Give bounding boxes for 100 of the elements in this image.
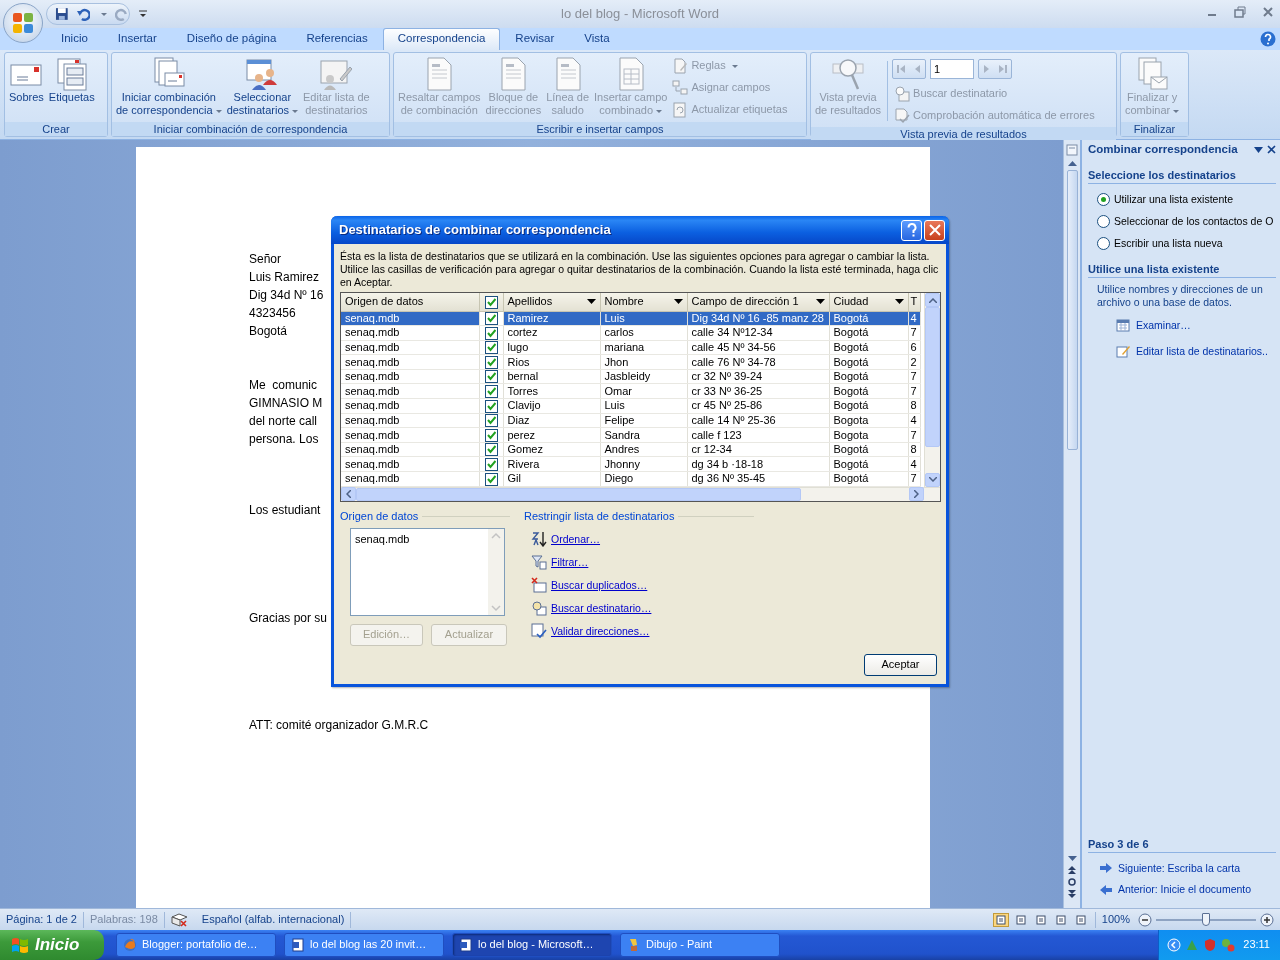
group-label: Finalizar xyxy=(1133,123,1176,135)
checkbox[interactable] xyxy=(484,341,498,355)
taskbar-button[interactable]: lo del blog - Microsoft… xyxy=(452,933,612,957)
dropdown-arrow-icon[interactable] xyxy=(894,299,904,305)
browse-object-icon[interactable] xyxy=(1068,878,1076,886)
help-icon[interactable] xyxy=(1260,31,1276,47)
dropdown-icon[interactable] xyxy=(1254,146,1263,153)
checkbox[interactable] xyxy=(484,443,498,457)
ribbon-tab[interactable]: Inicio xyxy=(46,28,103,50)
checkbox[interactable] xyxy=(484,295,498,309)
scroll-thumb[interactable] xyxy=(356,487,801,501)
refresh-icon xyxy=(672,102,689,118)
help-button[interactable] xyxy=(901,219,922,241)
ok-button[interactable]: Aceptar xyxy=(864,654,937,676)
table-cell: Rivera xyxy=(507,457,540,470)
save-icon[interactable] xyxy=(55,7,69,21)
table-cell: Bogotá xyxy=(833,370,869,383)
ribbon-button[interactable]: Sobres xyxy=(7,55,46,106)
radio-button[interactable] xyxy=(1097,237,1110,250)
scroll-right-button[interactable] xyxy=(909,487,924,502)
checkbox[interactable] xyxy=(484,355,498,369)
scroll-left-button[interactable] xyxy=(341,487,356,502)
restore-icon[interactable] xyxy=(1234,6,1246,18)
dropdown-arrow-icon[interactable] xyxy=(586,299,596,305)
pane-link[interactable]: Editar lista de destinatarios.. xyxy=(1116,344,1276,359)
option-link[interactable]: Buscar duplicados… xyxy=(531,576,754,593)
zoom-out-icon[interactable] xyxy=(1138,912,1152,927)
dropdown-arrow-icon[interactable] xyxy=(673,299,683,305)
pane-link[interactable]: Examinar… xyxy=(1116,318,1276,333)
ribbon-button[interactable]: Seleccionar destinatarios xyxy=(224,55,300,119)
column-header[interactable]: Origen de datos xyxy=(341,293,479,311)
ribbon-button[interactable]: Iniciar combinación de correspondencia xyxy=(114,55,224,119)
radio-button[interactable] xyxy=(1097,193,1110,206)
ribbon-tab[interactable]: Diseño de página xyxy=(171,28,292,50)
right-arrow-icon xyxy=(1100,863,1112,874)
scroll-down-icon[interactable] xyxy=(1067,856,1077,862)
checkbox[interactable] xyxy=(484,472,498,486)
expand-tray-icon[interactable] xyxy=(1167,938,1182,952)
zoom-slider[interactable] xyxy=(1156,912,1256,927)
column-header[interactable]: Ciudad xyxy=(829,293,908,311)
option-link[interactable]: Filtrar… xyxy=(531,553,754,570)
scroll-up-button[interactable] xyxy=(925,293,940,307)
ribbon-tab[interactable]: Insertar xyxy=(102,28,172,50)
column-header[interactable]: Campo de dirección 1 xyxy=(687,293,829,311)
checkbox[interactable] xyxy=(484,370,498,384)
close-button[interactable] xyxy=(924,219,945,241)
windows-flag-icon xyxy=(10,936,30,954)
office-button[interactable] xyxy=(3,3,43,43)
ribbon-tab[interactable]: Correspondencia xyxy=(382,28,501,50)
ribbon-tab[interactable]: Referencias xyxy=(291,28,383,50)
start-button[interactable]: Inicio xyxy=(0,930,104,960)
clock: 23:11 xyxy=(1243,938,1270,952)
checkbox[interactable] xyxy=(484,312,498,326)
table-cell: Bogotá xyxy=(833,311,869,324)
table-cell: Rios xyxy=(507,355,530,368)
checkbox[interactable] xyxy=(484,428,498,442)
checkbox[interactable] xyxy=(484,414,498,428)
next-step-link[interactable]: Siguiente: Escriba la carta xyxy=(1100,861,1276,875)
next-page-icon[interactable] xyxy=(1068,890,1076,898)
column-header[interactable]: Apellidos xyxy=(503,293,600,311)
view-button[interactable] xyxy=(992,912,1009,927)
column-header[interactable]: Nombre xyxy=(600,293,687,311)
language-label[interactable]: Español (alfab. internacional) xyxy=(201,912,345,927)
previous-step-link[interactable]: Anterior: Inicie el documento xyxy=(1100,883,1276,896)
taskbar-button[interactable]: lo del blog las 20 invit… xyxy=(284,933,444,957)
checkbox[interactable] xyxy=(484,326,498,340)
checkbox[interactable] xyxy=(484,458,498,472)
ribbon-button[interactable]: Etiquetas xyxy=(46,55,97,106)
close-icon[interactable] xyxy=(1267,145,1276,155)
dropdown-arrow-icon[interactable] xyxy=(815,299,825,305)
ribbon-tab[interactable]: Revisar xyxy=(500,28,570,50)
scroll-thumb[interactable] xyxy=(1066,170,1078,450)
table-cell: Omar xyxy=(604,384,632,397)
taskbar-button[interactable]: Blogger: portafolio de… xyxy=(116,933,276,957)
option-link[interactable]: Buscar destinatario… xyxy=(531,599,754,616)
table-cell: Bogota xyxy=(833,428,869,441)
taskbar-button[interactable]: Dibujo - Paint xyxy=(620,933,780,957)
scroll-down-button[interactable] xyxy=(925,472,940,487)
option-link[interactable]: Ordenar… xyxy=(531,530,754,547)
proofing-icon[interactable] xyxy=(170,912,189,927)
scroll-thumb[interactable] xyxy=(925,307,940,447)
undo-icon[interactable] xyxy=(76,7,91,21)
previous-page-icon[interactable] xyxy=(1068,866,1076,874)
checkbox[interactable] xyxy=(484,399,498,413)
document-text: GIMNASIO M xyxy=(249,396,323,410)
ribbon-tab[interactable]: Vista xyxy=(569,28,625,50)
close-icon[interactable] xyxy=(1262,6,1274,18)
page-count[interactable]: Página: 1 de 2 xyxy=(6,912,77,927)
radio-button[interactable] xyxy=(1097,215,1110,228)
calendar-icon xyxy=(1116,318,1130,333)
checkbox[interactable] xyxy=(484,385,498,399)
option-link[interactable]: Validar direcciones… xyxy=(531,622,754,639)
source-list[interactable]: senaq.mdb xyxy=(350,527,505,616)
scroll-up-icon[interactable] xyxy=(1067,160,1077,166)
zoom-in-icon[interactable] xyxy=(1260,912,1274,927)
zoom-level[interactable]: 100% xyxy=(1101,912,1130,927)
list-item[interactable]: senaq.mdb xyxy=(355,532,484,546)
validate-icon xyxy=(531,622,547,639)
table-cell: Jhonny xyxy=(604,457,640,470)
customize-icon[interactable] xyxy=(139,10,147,18)
